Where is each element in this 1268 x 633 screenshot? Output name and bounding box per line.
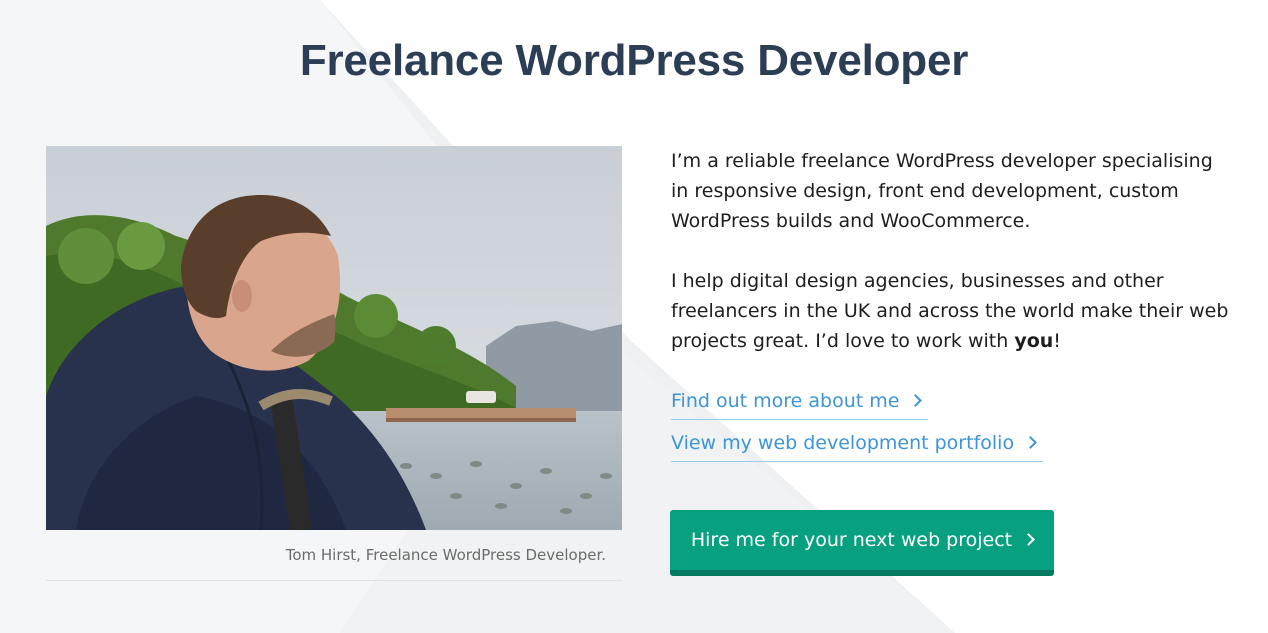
hero-section: Freelance WordPress Developer Tom Hirst,… bbox=[0, 0, 1268, 633]
hire-me-button[interactable]: Hire me for your next web project bbox=[670, 510, 1054, 576]
about-link[interactable]: Find out more about me bbox=[671, 387, 929, 420]
intro-paragraph-2-text: I help digital design agencies, business… bbox=[671, 270, 1229, 352]
photo-caption: Tom Hirst, Freelance WordPress Developer… bbox=[285, 546, 606, 564]
portfolio-link[interactable]: View my web development portfolio bbox=[671, 429, 1044, 462]
intro-paragraph-2: I help digital design agencies, business… bbox=[671, 266, 1231, 356]
about-link-label: Find out more about me bbox=[671, 390, 900, 412]
intro-paragraph-1: I’m a reliable freelance WordPress devel… bbox=[671, 150, 1213, 232]
chevron-right-icon bbox=[1024, 436, 1037, 449]
intro-paragraph-2-end: ! bbox=[1053, 330, 1061, 352]
chevron-right-icon bbox=[909, 394, 923, 407]
chevron-right-icon bbox=[1022, 533, 1035, 546]
portfolio-link-label: View my web development portfolio bbox=[671, 432, 1015, 454]
portrait-photo-illustration bbox=[46, 146, 622, 530]
hire-me-button-label: Hire me for your next web project bbox=[690, 529, 1013, 551]
caption-divider bbox=[46, 580, 622, 581]
portrait-photo bbox=[46, 146, 622, 530]
page-title: Freelance WordPress Developer bbox=[299, 36, 969, 85]
intro-emphasis: you bbox=[1014, 330, 1054, 352]
